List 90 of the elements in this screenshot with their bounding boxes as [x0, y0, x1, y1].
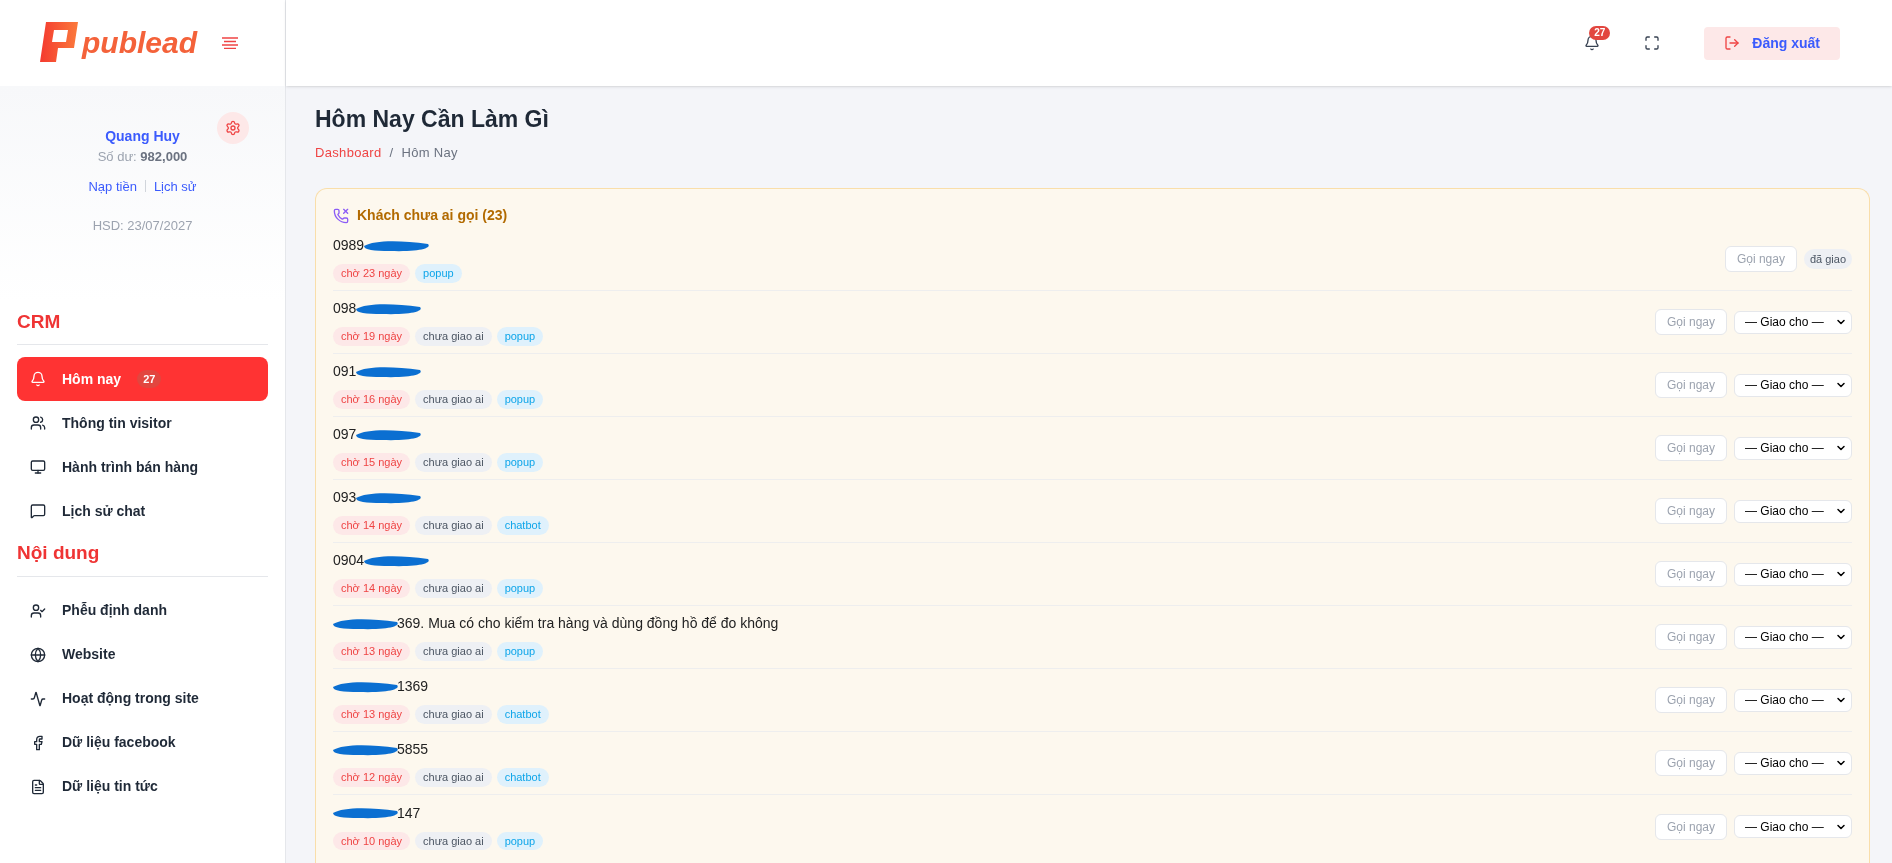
waiting-tag: chờ 13 ngày	[333, 705, 411, 724]
customer-text: 097	[333, 425, 357, 445]
source-tag: popup	[496, 390, 544, 409]
fullscreen-icon[interactable]	[1644, 35, 1661, 51]
account-link[interactable]: Nạp tiền	[88, 176, 137, 196]
sidebar-item[interactable]: Hành trình bán hàng	[17, 445, 268, 489]
breadcrumb-link[interactable]: Dashboard	[315, 142, 382, 162]
sidebar-item[interactable]: Phễu định danh	[17, 588, 268, 633]
source-tag: popup	[496, 453, 544, 472]
user-name: Quang Huy	[105, 127, 180, 146]
page-title: Hôm Nay Cần Làm Gì	[315, 105, 550, 134]
count-badge: 27	[137, 369, 162, 389]
assign-select[interactable]: — Giao cho —	[1734, 625, 1852, 649]
assign-select[interactable]: — Giao cho —	[1734, 815, 1852, 838]
customer-text: 093	[333, 488, 357, 508]
waiting-tag: chờ 10 ngày	[333, 831, 411, 851]
document-icon	[30, 778, 46, 795]
assign-select[interactable]: — Giao cho —	[1734, 499, 1852, 523]
card-title: Khách chưa ai gọi (23)	[357, 206, 508, 225]
gear-icon	[225, 120, 241, 136]
section-title: CRM	[17, 301, 268, 345]
waiting-tag: chờ 13 ngày	[333, 642, 411, 661]
monitor-icon	[30, 459, 46, 475]
settings-button[interactable]	[217, 112, 249, 144]
account-link[interactable]: Lịch sử	[153, 176, 197, 196]
waiting-tag: chờ 19 ngày	[333, 327, 411, 346]
sidebar-item[interactable]: Thông tin visitor	[17, 401, 268, 445]
source-tag: popup	[496, 831, 544, 851]
customer-text: 5855	[397, 740, 429, 760]
user-check-icon	[30, 602, 46, 619]
sidebar-item[interactable]: Hoạt động trong site	[17, 676, 268, 721]
status-tag: chưa giao ai	[415, 453, 492, 472]
logout-button[interactable]: Đăng xuất	[1704, 26, 1840, 60]
sidebar-item[interactable]: Lịch sử chat	[17, 489, 268, 533]
customer-text: 369. Mua có cho kiểm tra hàng và dùng đồng hồ để đo không	[397, 614, 779, 634]
source-tag: chatbot	[496, 705, 549, 724]
sidebar-item[interactable]: Website	[17, 632, 268, 677]
bell-icon	[30, 371, 46, 387]
source-tag: popup	[496, 642, 544, 661]
sidebar-item[interactable]: Dữ liệu facebook	[17, 720, 268, 765]
assign-select[interactable]: — Giao cho —	[1734, 562, 1852, 586]
assign-select[interactable]: — Giao cho —	[1734, 436, 1852, 460]
logo-icon	[40, 22, 78, 64]
customer-text: 098	[333, 299, 357, 319]
waiting-tag: chờ 23 ngày	[333, 264, 411, 283]
waiting-tag: chờ 14 ngày	[333, 516, 411, 535]
status-tag: chưa giao ai	[415, 579, 492, 598]
status-tag: chưa giao ai	[415, 390, 492, 409]
globe-icon	[30, 646, 46, 663]
expiry-date: HSD: 23/07/2027	[92, 217, 193, 235]
notification-badge: 27	[1589, 26, 1611, 40]
customer-text: 091	[333, 362, 357, 382]
logo-text: publead	[82, 28, 197, 58]
customer-text: 1369	[397, 677, 429, 697]
status-tag: chưa giao ai	[415, 831, 492, 851]
menu-icon[interactable]	[221, 37, 239, 49]
missed-call-icon	[333, 207, 349, 224]
waiting-tag: chờ 16 ngày	[333, 390, 411, 409]
logout-icon	[1724, 35, 1741, 51]
source-tag: chatbot	[496, 516, 549, 535]
status-tag: chưa giao ai	[415, 768, 492, 787]
sidebar-item[interactable]: Dữ liệu tin tức	[17, 764, 268, 809]
status-tag: chưa giao ai	[415, 705, 492, 724]
chat-icon	[30, 503, 46, 519]
waiting-tag: chờ 15 ngày	[333, 453, 411, 472]
customer-text: 147	[397, 803, 421, 823]
breadcrumb-current: Hôm Nay	[401, 143, 458, 162]
breadcrumb-separator: /	[389, 143, 394, 162]
status-tag: chưa giao ai	[415, 516, 492, 535]
section-title: Nội dung	[17, 533, 268, 577]
assign-select[interactable]: — Giao cho —	[1734, 310, 1852, 334]
waiting-tag: chờ 14 ngày	[333, 579, 411, 598]
assign-select[interactable]: — Giao cho —	[1734, 373, 1852, 397]
customer-text: 0989	[333, 236, 365, 256]
source-tag: chatbot	[496, 768, 549, 787]
assigned-tag: đã giao	[1803, 248, 1852, 270]
source-tag: popup	[415, 264, 462, 283]
pulse-icon	[30, 690, 46, 707]
customer-text: 0904	[333, 551, 365, 571]
sidebar-item[interactable]: Hôm nay 27	[17, 357, 268, 401]
assign-select[interactable]: — Giao cho —	[1734, 688, 1852, 712]
users-icon	[30, 415, 46, 431]
balance-text: Số dư: 982,000	[97, 148, 188, 166]
source-tag: popup	[496, 327, 544, 346]
source-tag: popup	[496, 579, 544, 598]
status-tag: chưa giao ai	[415, 642, 492, 661]
assign-select[interactable]: — Giao cho —	[1734, 751, 1852, 775]
notification-icon[interactable]	[1584, 35, 1601, 51]
status-tag: chưa giao ai	[415, 327, 492, 346]
waiting-tag: chờ 12 ngày	[333, 768, 411, 787]
